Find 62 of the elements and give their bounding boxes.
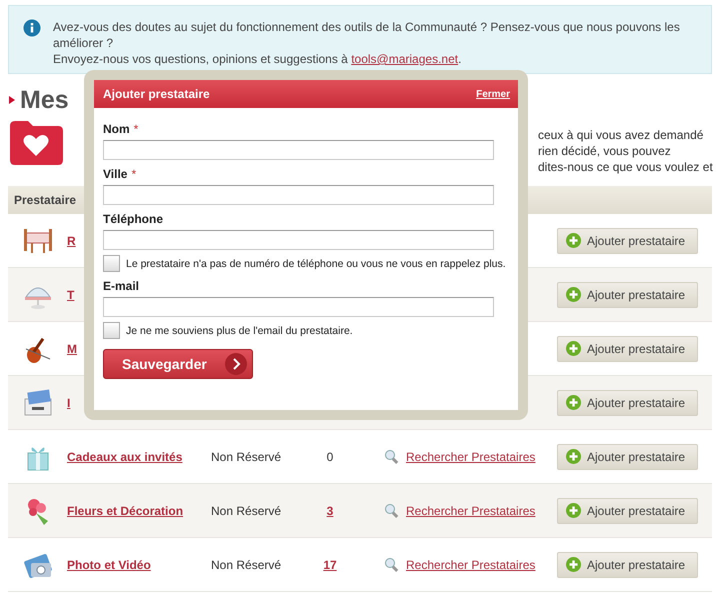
input-field[interactable] bbox=[103, 297, 494, 317]
info-icon bbox=[23, 19, 41, 37]
checkbox-label: Je ne me souviens plus de l'email du prestataire. bbox=[126, 324, 353, 336]
checkbox-label: Le prestataire n'a pas de numéro de téléphone ou vous ne vous en rappelez plus. bbox=[126, 258, 506, 270]
field-label: Nom bbox=[103, 122, 130, 136]
add-button[interactable]: Ajouter prestataire bbox=[557, 444, 698, 470]
search-link[interactable]: Rechercher Prestataires bbox=[406, 558, 536, 572]
status-text: Non Réservé bbox=[211, 450, 282, 464]
envelope-icon bbox=[22, 386, 54, 418]
add-button[interactable]: Ajouter prestataire bbox=[557, 282, 698, 308]
search-icon bbox=[384, 556, 400, 572]
input-field[interactable] bbox=[103, 185, 494, 205]
plus-icon bbox=[566, 395, 581, 410]
info-text: Avez-vous des doutes au sujet du fonctionnement des outils de la Communauté ? Pensez-vous que nous pouvons les améliorer ? bbox=[53, 19, 681, 51]
category-link[interactable]: R bbox=[67, 234, 76, 248]
add-button[interactable]: Ajouter prestataire bbox=[557, 390, 698, 416]
plus-icon bbox=[566, 341, 581, 356]
category-link[interactable]: M bbox=[67, 342, 77, 356]
search-icon bbox=[384, 502, 400, 518]
count-link[interactable]: 17 bbox=[323, 558, 337, 572]
page-title: Mes bbox=[20, 86, 69, 114]
plus-icon bbox=[566, 557, 581, 572]
save-button[interactable]: Sauvegarder bbox=[103, 349, 253, 379]
plus-icon bbox=[566, 233, 581, 248]
category-link[interactable]: T bbox=[67, 288, 74, 302]
count-link[interactable]: 3 bbox=[326, 504, 334, 518]
category-link[interactable]: Cadeaux aux invités bbox=[67, 450, 182, 464]
checkbox[interactable] bbox=[103, 322, 120, 339]
folder-heart-icon bbox=[8, 120, 64, 166]
plus-icon bbox=[566, 287, 581, 302]
intro-text: rien décidé, vous pouvez bbox=[538, 143, 672, 159]
add-button[interactable]: Ajouter prestataire bbox=[557, 552, 698, 578]
intro-text: dites-nous ce que vous voulez et bbox=[538, 159, 712, 175]
category-link[interactable]: Photo et Vidéo bbox=[67, 558, 151, 572]
email-link[interactable]: tools@mariages.net bbox=[351, 52, 458, 66]
category-link[interactable]: Fleurs et Décoration bbox=[67, 504, 184, 518]
close-link[interactable]: Fermer bbox=[476, 88, 510, 100]
search-link[interactable]: Rechercher Prestataires bbox=[406, 504, 536, 518]
field-label: Téléphone bbox=[103, 212, 164, 226]
category-link[interactable]: I bbox=[67, 396, 70, 410]
search-link[interactable]: Rechercher Prestataires bbox=[406, 450, 536, 464]
column-header: Prestataire bbox=[14, 193, 76, 207]
field-label: Ville bbox=[103, 167, 128, 181]
plus-icon bbox=[566, 503, 581, 518]
intro-text: ceux à qui vous avez demandé bbox=[538, 127, 704, 143]
required-mark: * bbox=[134, 122, 138, 136]
status-text: Non Réservé bbox=[211, 504, 282, 518]
count-text: 0 bbox=[326, 450, 334, 464]
checkbox[interactable] bbox=[103, 255, 120, 272]
input-field[interactable] bbox=[103, 140, 494, 160]
status-text: Non Réservé bbox=[211, 558, 282, 572]
add-button[interactable]: Ajouter prestataire bbox=[557, 498, 698, 524]
field-label: E-mail bbox=[103, 279, 140, 293]
required-mark: * bbox=[131, 167, 136, 181]
search-icon bbox=[384, 448, 400, 464]
input-field[interactable] bbox=[103, 230, 494, 250]
plus-icon bbox=[566, 449, 581, 464]
dialog-title: Ajouter prestataire bbox=[103, 87, 210, 101]
add-button[interactable]: Ajouter prestataire bbox=[557, 336, 698, 362]
bullet-icon bbox=[8, 95, 16, 105]
add-button[interactable]: Ajouter prestataire bbox=[557, 228, 698, 254]
info-text: Envoyez-nous vos questions, opinions et suggestions à tools@mariages.net. bbox=[53, 51, 462, 67]
